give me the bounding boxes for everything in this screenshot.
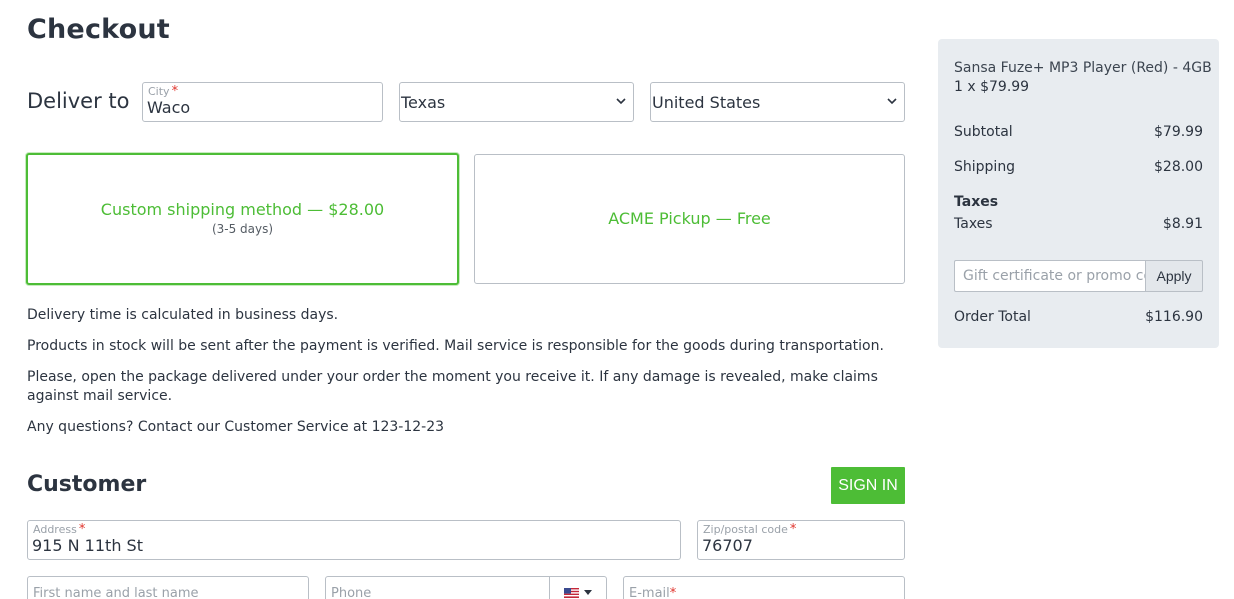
phone-field[interactable]: Phone [325, 576, 607, 599]
zip-label: Zip/postal code * [703, 522, 797, 537]
zip-field[interactable]: Zip/postal code * 76707 [697, 520, 905, 560]
country-value: United States [652, 93, 761, 112]
us-flag-icon [564, 588, 579, 598]
required-marker: * [789, 522, 797, 537]
promo-code-input[interactable]: Gift certificate or promo code [954, 260, 1145, 292]
shipping-row: Shipping $28.00 [954, 159, 1203, 175]
required-marker: * [171, 84, 179, 99]
chevron-down-icon [887, 98, 897, 105]
order-total-value: $116.90 [1145, 309, 1203, 325]
email-field[interactable]: E-mail* [623, 576, 905, 599]
order-summary: Sansa Fuze+ MP3 Player (Red) - 4GB 1 x $… [938, 39, 1219, 348]
subtotal-label: Subtotal [954, 124, 1013, 140]
apply-promo-button[interactable]: Apply [1145, 260, 1203, 292]
full-name-field[interactable]: First name and last name [27, 576, 309, 599]
info-package: Please, open the package delivered under… [27, 369, 878, 404]
city-field[interactable]: City * Waco [142, 82, 383, 122]
order-total-row: Order Total $116.90 [954, 309, 1203, 325]
deliver-to-label: Deliver to [27, 89, 130, 113]
address-label: Address * [33, 522, 86, 537]
taxes-row: Taxes $8.91 [954, 216, 1203, 232]
city-value: Waco [147, 98, 191, 117]
required-marker: * [669, 586, 677, 599]
customer-section-title: Customer [27, 472, 147, 497]
info-questions: Any questions? Contact our Customer Serv… [27, 419, 445, 435]
country-select[interactable]: United States [650, 82, 905, 122]
taxes-label: Taxes [954, 216, 993, 232]
order-total-label: Order Total [954, 309, 1031, 325]
phone-placeholder: Phone [331, 586, 372, 599]
info-delivery-time: Delivery time is calculated in business … [27, 307, 339, 323]
email-label: E-mail* [629, 586, 677, 599]
sign-in-button[interactable]: SIGN IN [831, 467, 905, 504]
address-field[interactable]: Address * 915 N 11th St [27, 520, 681, 560]
subtotal-row: Subtotal $79.99 [954, 124, 1203, 140]
shipping-option-name: ACME Pickup — Free [608, 209, 771, 228]
shipping-option-days: (3-5 days) [211, 222, 274, 236]
shipping-label: Shipping [954, 159, 1016, 175]
country-code-select[interactable] [549, 577, 606, 599]
zip-value: 76707 [702, 536, 753, 555]
shipping-option-name: Custom shipping method — $28.00 [100, 200, 385, 219]
state-value: Texas [401, 93, 446, 112]
shipping-option-pickup[interactable]: ACME Pickup — Free [474, 154, 905, 284]
cart-item-quantity: 1 x $79.99 [954, 79, 1030, 95]
shipping-value: $28.00 [1154, 159, 1203, 175]
promo-code-group: Gift certificate or promo code Apply [954, 260, 1203, 292]
chevron-down-icon [616, 98, 626, 105]
full-name-placeholder: First name and last name [33, 586, 199, 599]
page-title: Checkout [27, 14, 170, 45]
taxes-heading: Taxes [954, 194, 999, 210]
required-marker: * [78, 522, 86, 537]
state-select[interactable]: Texas [399, 82, 634, 122]
cart-item-name[interactable]: Sansa Fuze+ MP3 Player (Red) - 4GB [954, 60, 1212, 76]
address-value: 915 N 11th St [32, 536, 143, 555]
caret-down-icon [584, 590, 592, 595]
subtotal-value: $79.99 [1154, 124, 1203, 140]
shipping-option-custom[interactable]: Custom shipping method — $28.00 (3-5 day… [26, 153, 459, 285]
info-payment: Products in stock will be sent after the… [27, 338, 884, 354]
city-label: City * [148, 84, 179, 99]
taxes-value: $8.91 [1162, 216, 1203, 232]
